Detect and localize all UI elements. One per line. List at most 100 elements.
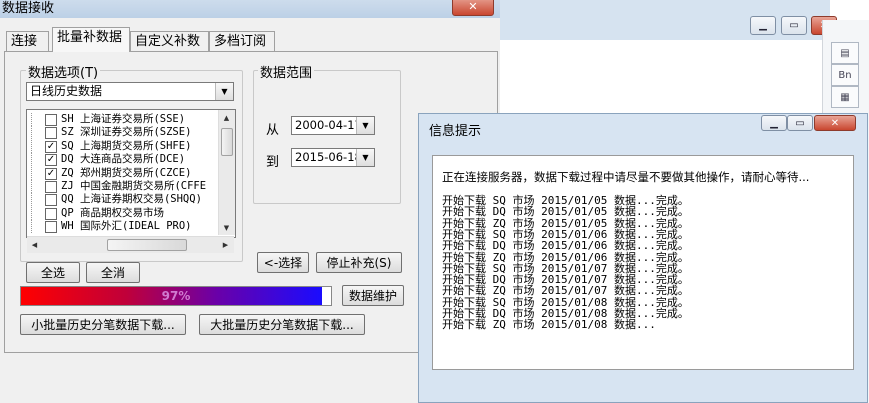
tab-custom-fill[interactable]: 自定义补数据 [130,31,209,69]
minimize-icon: ▁ [770,117,778,129]
data-maintenance-label: 数据维护 [348,289,397,303]
tree-line [31,166,44,180]
tree-line [31,153,44,167]
tree-line [31,126,44,140]
market-label: ZQ 郑州期货交易所(CZCE) [61,166,192,179]
stop-fill-button[interactable]: 停止补充(S) [316,252,402,273]
log-line: 开始下载 DQ 市场 2015/01/06 数据...完成。 [442,239,689,253]
select-none-label: 全消 [100,266,125,280]
download-progress-bar: 97% [20,286,332,306]
select-arrow-button[interactable]: <-选择 [257,252,309,273]
list-item[interactable]: ZJ 中国金融期货交易所(CFFE [27,180,227,193]
scroll-right-icon[interactable]: ▶ [218,237,233,252]
stop-fill-label: 停止补充(S) [326,256,392,270]
info-maximize-button[interactable]: ▭ [787,115,813,131]
market-label: QP 商品期权交易市场 [61,206,164,219]
tab-label: 多档订阅 [214,34,267,49]
log-line: 开始下载 ZQ 市场 2015/01/08 数据... [442,318,656,332]
data-options-label: 数据选项(T) [26,62,101,81]
market-list[interactable]: SH 上海证券交易所(SSE) SZ 深圳证券交易所(SZSE) ✓ SQ 上海期货交… [26,109,236,238]
market-checkbox[interactable] [45,221,57,234]
data-type-value: 日线历史数据 [30,84,103,98]
info-minimize-button[interactable]: ▁ [761,115,787,131]
from-label: 从 [266,123,280,138]
tree-line [31,193,44,207]
market-list-vscrollbar[interactable]: ▲ ▼ [218,110,235,235]
market-checkbox[interactable] [45,194,57,207]
toolbar-bn-button[interactable]: Bn [831,64,859,86]
from-date-value: 2000-04-17 [295,118,362,132]
restore-icon: ▭ [789,20,799,31]
tree-line [31,113,44,126]
market-label: SH 上海证券交易所(SSE) [61,113,186,125]
market-label: SZ 深圳证券交易所(SZSE) [61,126,192,139]
dialog-close-button[interactable]: ✕ [452,0,494,16]
list-item[interactable]: QQ 上海证券期权交易(SHQQ) [27,193,227,207]
toolbar-bn-label: Bn [838,69,852,81]
tab-connect[interactable]: 连接 [6,31,49,51]
list-item[interactable]: ✓ ZQ 郑州期货交易所(CZCE) [27,166,227,180]
info-popup-title: 信息提示 [429,124,482,139]
to-date-picker[interactable]: 2015-06-18 ▼ [291,148,375,167]
bg-minimize-button[interactable]: ▁ [750,16,776,35]
market-label: SQ 上海期货交易所(SHFE) [61,139,192,152]
info-message-box: 正在连接服务器，数据下载过程中请尽量不要做其他操作，请耐心等待... 开始下载 … [432,155,854,370]
log-line: 开始下载 DQ 市场 2015/01/05 数据...完成。 [442,205,689,219]
from-date-picker[interactable]: 2000-04-17 ▼ [291,116,375,135]
select-none-button[interactable]: 全消 [86,262,140,283]
market-label: ZJ 中国金融期货交易所(CFFE [61,180,207,192]
tree-line [31,220,44,234]
select-all-button[interactable]: 全选 [26,262,80,283]
market-checkbox[interactable]: ✓ [45,140,57,153]
select-arrow-label: <-选择 [263,256,303,270]
toolbar-chart-icon[interactable]: ▤ [831,42,859,64]
list-item[interactable]: QP 商品期权交易市场 [27,206,227,220]
tab-label: 连接 [11,34,38,49]
vscroll-thumb[interactable] [221,128,233,156]
dialog-title: 数据接收 [2,1,55,16]
minimize-icon: ▁ [759,20,767,31]
market-checkbox[interactable] [45,181,57,193]
market-label: DQ 大连商品交易所(DCE) [61,153,186,166]
bg-maximize-button[interactable]: ▭ [781,16,807,35]
close-icon: ✕ [468,0,478,13]
market-checkbox[interactable] [45,207,57,220]
tab-batch-fill[interactable]: 批量补数据 [52,27,130,52]
market-list-hscrollbar[interactable]: ◀ ▶ [27,236,234,253]
date-range-label: 数据范围 [258,62,315,81]
market-checkbox[interactable] [45,114,57,126]
list-item[interactable]: ✓ DQ 大连商品交易所(DCE) [27,153,227,167]
list-item[interactable]: ✓ SQ 上海期货交易所(SHFE) [27,139,227,153]
list-item[interactable]: SZ 深圳证券交易所(SZSE) [27,126,227,140]
market-checkbox[interactable]: ✓ [45,154,57,167]
tab-multi-subscribe[interactable]: 多档订阅 [209,31,275,51]
info-intro-text: 正在连接服务器，数据下载过程中请尽量不要做其他操作，请耐心等待... [442,170,810,184]
market-label: QQ 上海证券期权交易(SHQQ) [61,193,202,206]
chevron-down-icon: ▼ [356,149,374,166]
toolbar-grid-icon[interactable]: ▦ [831,86,859,108]
hscroll-thumb[interactable] [107,239,187,251]
market-checkbox[interactable]: ✓ [45,167,57,180]
small-batch-download-button[interactable]: 小批量历史分笔数据下载... [20,314,186,335]
to-date-value: 2015-06-18 [295,150,362,164]
tab-label: 批量补数据 [57,30,123,45]
restore-icon: ▭ [795,117,805,129]
market-label: WH 国际外汇(IDEAL PRO) [61,220,192,233]
list-item[interactable]: SH 上海证券交易所(SSE) [27,113,227,126]
to-label: 到 [266,155,280,170]
market-checkbox[interactable] [45,127,57,140]
tree-line [31,206,44,220]
tree-line [31,180,44,193]
data-maintenance-button[interactable]: 数据维护 [342,285,404,306]
chevron-down-icon: ▼ [215,83,233,100]
info-close-button[interactable]: ✕ [814,115,856,131]
list-item[interactable]: WH 国际外汇(IDEAL PRO) [27,220,227,234]
small-batch-label: 小批量历史分笔数据下载... [31,318,175,332]
progress-percent: 97% [161,289,191,303]
large-batch-download-button[interactable]: 大批量历史分笔数据下载... [199,314,365,335]
scroll-up-icon[interactable]: ▲ [219,110,234,125]
scroll-down-icon[interactable]: ▼ [219,220,234,235]
log-line: 开始下载 ZQ 市场 2015/01/07 数据...完成。 [442,284,689,298]
data-type-dropdown[interactable]: 日线历史数据 ▼ [26,82,234,101]
scroll-left-icon[interactable]: ◀ [27,237,42,252]
